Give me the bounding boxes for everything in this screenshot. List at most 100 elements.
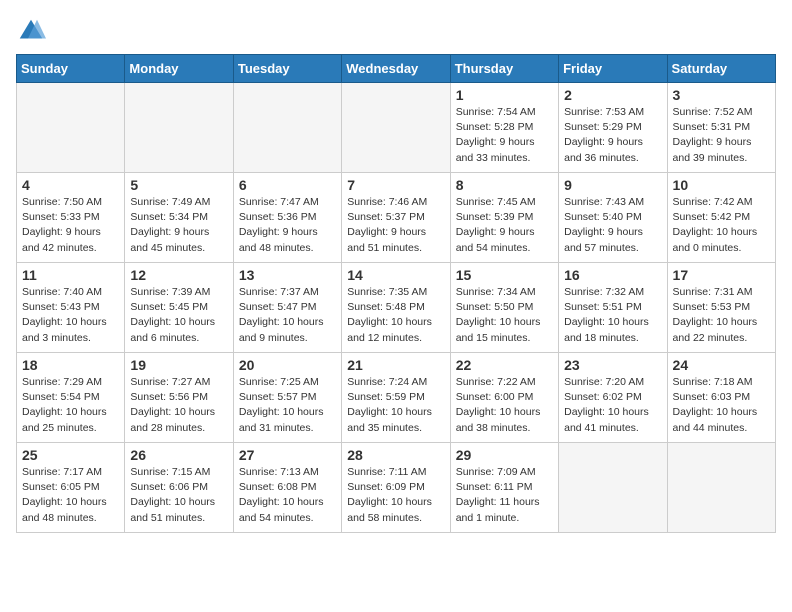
day-info: Sunrise: 7:18 AM Sunset: 6:03 PM Dayligh… — [673, 375, 770, 436]
calendar-cell: 28 Sunrise: 7:11 AM Sunset: 6:09 PM Dayli… — [342, 443, 450, 533]
calendar-cell: 29 Sunrise: 7:09 AM Sunset: 6:11 PM Dayli… — [450, 443, 558, 533]
day-number: 26 — [130, 447, 227, 463]
day-number: 28 — [347, 447, 444, 463]
calendar-cell — [667, 443, 775, 533]
calendar-day-header: Friday — [559, 55, 667, 83]
day-info: Sunrise: 7:17 AM Sunset: 6:05 PM Dayligh… — [22, 465, 119, 526]
calendar-cell — [233, 83, 341, 173]
day-number: 10 — [673, 177, 770, 193]
day-number: 9 — [564, 177, 661, 193]
day-info: Sunrise: 7:39 AM Sunset: 5:45 PM Dayligh… — [130, 285, 227, 346]
calendar-week-row: 1 Sunrise: 7:54 AM Sunset: 5:28 PM Daylig… — [17, 83, 776, 173]
day-number: 6 — [239, 177, 336, 193]
calendar-cell: 16 Sunrise: 7:32 AM Sunset: 5:51 PM Dayli… — [559, 263, 667, 353]
day-info: Sunrise: 7:49 AM Sunset: 5:34 PM Dayligh… — [130, 195, 227, 256]
day-number: 4 — [22, 177, 119, 193]
day-info: Sunrise: 7:32 AM Sunset: 5:51 PM Dayligh… — [564, 285, 661, 346]
day-number: 8 — [456, 177, 553, 193]
day-info: Sunrise: 7:25 AM Sunset: 5:57 PM Dayligh… — [239, 375, 336, 436]
calendar-cell: 1 Sunrise: 7:54 AM Sunset: 5:28 PM Daylig… — [450, 83, 558, 173]
calendar-day-header: Wednesday — [342, 55, 450, 83]
calendar-body: 1 Sunrise: 7:54 AM Sunset: 5:28 PM Daylig… — [17, 83, 776, 533]
calendar-cell: 27Sunrise: 7:13 AM Sunset: 6:08 PM Dayli… — [233, 443, 341, 533]
calendar-cell: 10Sunrise: 7:42 AM Sunset: 5:42 PM Dayli… — [667, 173, 775, 263]
calendar-cell — [125, 83, 233, 173]
day-info: Sunrise: 7:52 AM Sunset: 5:31 PM Dayligh… — [673, 105, 770, 166]
day-info: Sunrise: 7:22 AM Sunset: 6:00 PM Dayligh… — [456, 375, 553, 436]
day-number: 23 — [564, 357, 661, 373]
calendar-cell: 12 Sunrise: 7:39 AM Sunset: 5:45 PM Dayli… — [125, 263, 233, 353]
day-number: 12 — [130, 267, 227, 283]
calendar-cell: 3 Sunrise: 7:52 AM Sunset: 5:31 PM Daylig… — [667, 83, 775, 173]
calendar-day-header: Thursday — [450, 55, 558, 83]
day-info: Sunrise: 7:15 AM Sunset: 6:06 PM Dayligh… — [130, 465, 227, 526]
calendar-header-row: SundayMondayTuesdayWednesdayThursdayFrid… — [17, 55, 776, 83]
calendar-cell: 17Sunrise: 7:31 AM Sunset: 5:53 PM Dayli… — [667, 263, 775, 353]
day-info: Sunrise: 7:37 AM Sunset: 5:47 PM Dayligh… — [239, 285, 336, 346]
day-info: Sunrise: 7:47 AM Sunset: 5:36 PM Dayligh… — [239, 195, 336, 256]
day-number: 22 — [456, 357, 553, 373]
day-number: 7 — [347, 177, 444, 193]
calendar-cell: 15Sunrise: 7:34 AM Sunset: 5:50 PM Dayli… — [450, 263, 558, 353]
day-info: Sunrise: 7:11 AM Sunset: 6:09 PM Dayligh… — [347, 465, 444, 526]
calendar-cell: 2 Sunrise: 7:53 AM Sunset: 5:29 PM Daylig… — [559, 83, 667, 173]
day-info: Sunrise: 7:09 AM Sunset: 6:11 PM Dayligh… — [456, 465, 553, 526]
calendar-cell: 13 Sunrise: 7:37 AM Sunset: 5:47 PM Dayli… — [233, 263, 341, 353]
calendar-cell: 14 Sunrise: 7:35 AM Sunset: 5:48 PM Dayli… — [342, 263, 450, 353]
day-info: Sunrise: 7:35 AM Sunset: 5:48 PM Dayligh… — [347, 285, 444, 346]
calendar-cell: 18 Sunrise: 7:29 AM Sunset: 5:54 PM Dayli… — [17, 353, 125, 443]
logo-icon — [16, 16, 46, 46]
calendar-cell: 26 Sunrise: 7:15 AM Sunset: 6:06 PM Dayli… — [125, 443, 233, 533]
day-info: Sunrise: 7:54 AM Sunset: 5:28 PM Dayligh… — [456, 105, 553, 166]
day-number: 5 — [130, 177, 227, 193]
day-info: Sunrise: 7:29 AM Sunset: 5:54 PM Dayligh… — [22, 375, 119, 436]
calendar-week-row: 25 Sunrise: 7:17 AM Sunset: 6:05 PM Dayli… — [17, 443, 776, 533]
day-number: 29 — [456, 447, 553, 463]
day-number: 25 — [22, 447, 119, 463]
day-info: Sunrise: 7:27 AM Sunset: 5:56 PM Dayligh… — [130, 375, 227, 436]
day-number: 3 — [673, 87, 770, 103]
day-number: 16 — [564, 267, 661, 283]
day-number: 2 — [564, 87, 661, 103]
day-info: Sunrise: 7:53 AM Sunset: 5:29 PM Dayligh… — [564, 105, 661, 166]
day-info: Sunrise: 7:24 AM Sunset: 5:59 PM Dayligh… — [347, 375, 444, 436]
day-info: Sunrise: 7:50 AM Sunset: 5:33 PM Dayligh… — [22, 195, 119, 256]
day-info: Sunrise: 7:31 AM Sunset: 5:53 PM Dayligh… — [673, 285, 770, 346]
calendar-cell: 5 Sunrise: 7:49 AM Sunset: 5:34 PM Daylig… — [125, 173, 233, 263]
day-number: 24 — [673, 357, 770, 373]
logo — [16, 16, 50, 46]
calendar-cell: 20 Sunrise: 7:25 AM Sunset: 5:57 PM Dayli… — [233, 353, 341, 443]
day-info: Sunrise: 7:40 AM Sunset: 5:43 PM Dayligh… — [22, 285, 119, 346]
day-number: 21 — [347, 357, 444, 373]
calendar-cell: 9 Sunrise: 7:43 AM Sunset: 5:40 PM Daylig… — [559, 173, 667, 263]
calendar-cell: 23Sunrise: 7:20 AM Sunset: 6:02 PM Dayli… — [559, 353, 667, 443]
calendar-cell: 4 Sunrise: 7:50 AM Sunset: 5:33 PM Daylig… — [17, 173, 125, 263]
calendar-cell: 25 Sunrise: 7:17 AM Sunset: 6:05 PM Dayli… — [17, 443, 125, 533]
day-number: 1 — [456, 87, 553, 103]
calendar-cell: 22 Sunrise: 7:22 AM Sunset: 6:00 PM Dayli… — [450, 353, 558, 443]
day-number: 19 — [130, 357, 227, 373]
day-number: 18 — [22, 357, 119, 373]
day-info: Sunrise: 7:46 AM Sunset: 5:37 PM Dayligh… — [347, 195, 444, 256]
day-info: Sunrise: 7:45 AM Sunset: 5:39 PM Dayligh… — [456, 195, 553, 256]
calendar-week-row: 11 Sunrise: 7:40 AM Sunset: 5:43 PM Dayli… — [17, 263, 776, 353]
day-number: 13 — [239, 267, 336, 283]
calendar-table: SundayMondayTuesdayWednesdayThursdayFrid… — [16, 54, 776, 533]
day-number: 11 — [22, 267, 119, 283]
day-info: Sunrise: 7:43 AM Sunset: 5:40 PM Dayligh… — [564, 195, 661, 256]
calendar-day-header: Tuesday — [233, 55, 341, 83]
day-number: 20 — [239, 357, 336, 373]
calendar-day-header: Sunday — [17, 55, 125, 83]
calendar-cell: 6 Sunrise: 7:47 AM Sunset: 5:36 PM Daylig… — [233, 173, 341, 263]
calendar-cell — [559, 443, 667, 533]
day-number: 14 — [347, 267, 444, 283]
calendar-cell — [342, 83, 450, 173]
calendar-cell: 21 Sunrise: 7:24 AM Sunset: 5:59 PM Dayli… — [342, 353, 450, 443]
calendar-cell: 11 Sunrise: 7:40 AM Sunset: 5:43 PM Dayli… — [17, 263, 125, 353]
calendar-cell: 8 Sunrise: 7:45 AM Sunset: 5:39 PM Daylig… — [450, 173, 558, 263]
calendar-day-header: Monday — [125, 55, 233, 83]
calendar-day-header: Saturday — [667, 55, 775, 83]
page-header — [16, 16, 776, 46]
calendar-cell: 24 Sunrise: 7:18 AM Sunset: 6:03 PM Dayli… — [667, 353, 775, 443]
day-info: Sunrise: 7:34 AM Sunset: 5:50 PM Dayligh… — [456, 285, 553, 346]
